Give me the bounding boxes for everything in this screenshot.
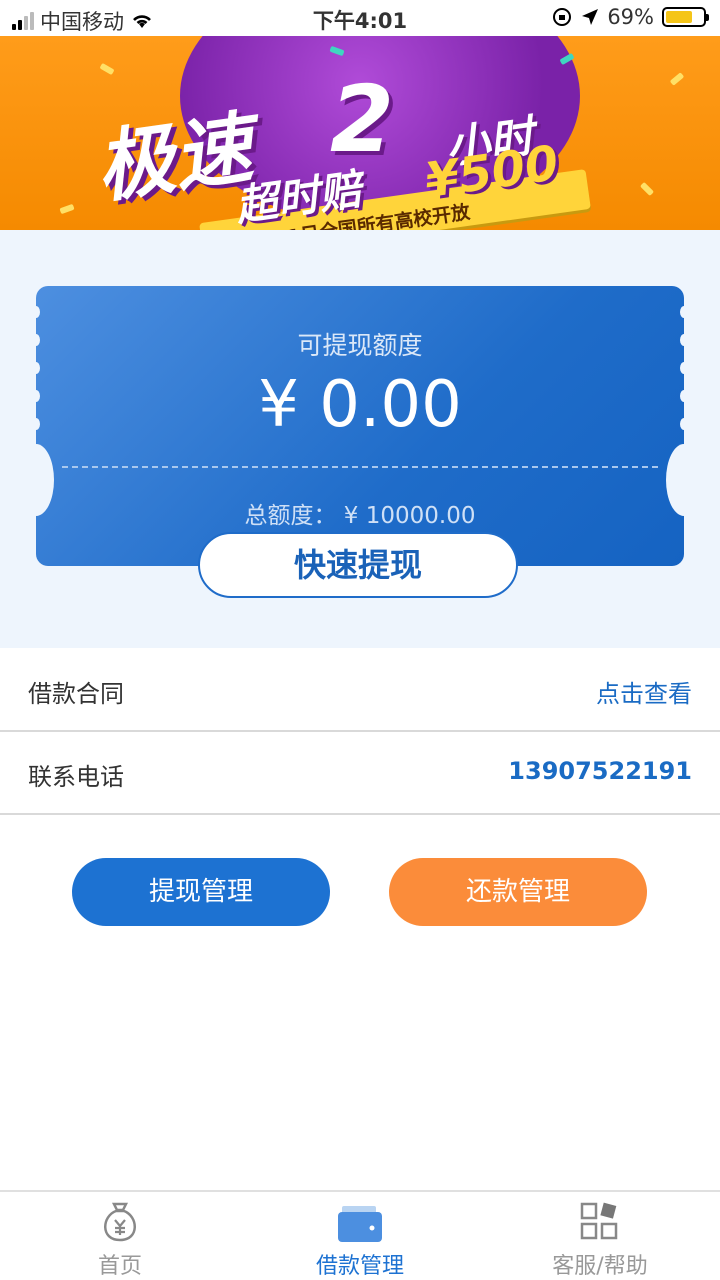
tab-home-label: 首页 <box>97 1254 142 1279</box>
available-amount: ¥ 0.00 <box>258 368 462 442</box>
wallet-icon <box>338 1206 382 1242</box>
status-bar: 中国移动 下午4:01 69% <box>0 0 720 36</box>
money-bag-icon <box>104 1202 136 1242</box>
battery-icon <box>662 7 709 27</box>
total-value: ¥ 10000.00 <box>343 503 476 529</box>
credit-ticket: 可提现额度 ¥ 0.00 总额度： ¥ 10000.00 <box>36 286 684 566</box>
tab-support-help-label: 客服/帮助 <box>552 1254 648 1279</box>
credit-card-area: 可提现额度 ¥ 0.00 总额度： ¥ 10000.00 快速提现 <box>0 230 720 648</box>
tab-support-help[interactable]: 客服/帮助 <box>480 1192 720 1280</box>
grid-apps-icon <box>580 1202 618 1240</box>
quick-withdraw-button[interactable]: 快速提现 <box>198 532 518 598</box>
rotation-lock-icon <box>553 8 572 26</box>
tab-home[interactable]: 首页 <box>0 1192 240 1280</box>
view-contract-link[interactable]: 点击查看 <box>596 674 692 709</box>
loan-contract-row[interactable]: 借款合同 点击查看 <box>0 650 720 732</box>
banner-headline: 极速 <box>90 103 258 215</box>
loan-contract-label: 借款合同 <box>28 680 124 708</box>
contact-phone-row: 联系电话 13907522191 <box>0 733 720 815</box>
contact-phone-value[interactable]: 13907522191 <box>508 757 692 785</box>
location-arrow-icon <box>582 9 599 25</box>
status-right: 69% <box>551 5 709 29</box>
tab-loan-management[interactable]: 借款管理 <box>240 1192 480 1280</box>
available-label: 可提现额度 <box>297 331 423 360</box>
battery-percent: 69% <box>607 5 654 29</box>
repayment-management-button[interactable]: 还款管理 <box>389 858 647 926</box>
total-credit: 总额度： ¥ 10000.00 <box>36 496 684 530</box>
withdraw-management-button[interactable]: 提现管理 <box>72 858 330 926</box>
tab-bar: 首页 借款管理 客服/帮助 <box>0 1190 720 1280</box>
promo-banner[interactable]: 极速 2 小时 超时赔 ¥500 10月21日全国所有高校开放 <box>0 36 720 230</box>
tab-loan-management-label: 借款管理 <box>315 1254 404 1279</box>
ticket-divider <box>62 466 658 468</box>
contact-phone-label: 联系电话 <box>28 763 124 791</box>
total-label: 总额度： <box>244 503 337 529</box>
